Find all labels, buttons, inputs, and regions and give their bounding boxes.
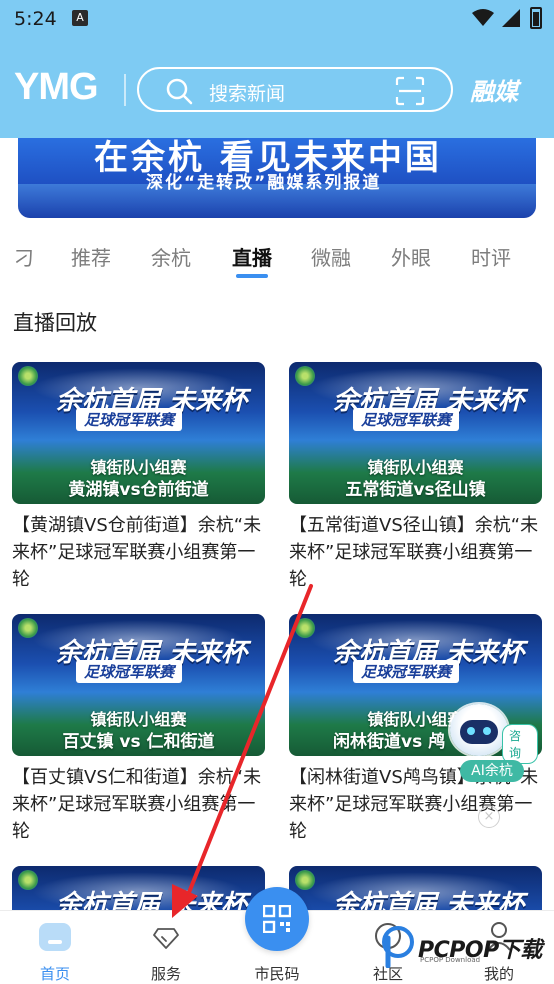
tab-live[interactable]: 直播 xyxy=(232,242,272,271)
event-logo-icon xyxy=(295,870,315,890)
video-thumbnail[interactable]: 余杭首届 未来杯 足球冠军联赛 镇街队小组赛 百丈镇 vs 仁和街道 xyxy=(12,614,265,756)
video-caption[interactable]: 【百丈镇VS仁和街道】余杭“未来杯”足球冠军联赛小组赛第一轮 xyxy=(12,764,272,845)
status-time: 5:24 xyxy=(14,8,57,30)
section-title: 直播回放 xyxy=(13,311,97,335)
tab-yuhang[interactable]: 余杭 xyxy=(151,242,191,271)
scan-icon[interactable] xyxy=(395,76,425,106)
video-thumbnail[interactable]: 余杭首届 未来杯 足球冠军联赛 镇街队小组赛 黄湖镇vs仓前街道 xyxy=(12,362,265,504)
tab-recommend[interactable]: 推荐 xyxy=(71,242,111,271)
logo-divider xyxy=(124,74,126,106)
nav-citizen-code-label: 市民码 xyxy=(254,965,300,983)
app-logo[interactable]: YMG xyxy=(14,66,99,109)
video-caption[interactable]: 【黄湖镇VS仓前街道】余杭“未来杯”足球冠军联赛小组赛第一轮 xyxy=(12,512,272,593)
tab-partial[interactable]: 刁 xyxy=(14,242,34,271)
thumb-match: 百丈镇 vs 仁和街道 xyxy=(62,732,215,752)
thumb-subtitle: 足球冠军联赛 xyxy=(76,660,183,683)
video-card[interactable]: 余杭首届 未来杯 足球冠军联赛 镇街队小组赛 五常街道vs径山镇 【五常街道VS… xyxy=(289,362,542,593)
diamond-icon xyxy=(153,928,179,949)
banner-subline: 深化“走转改”融媒系列报道 xyxy=(146,173,382,193)
robot-icon[interactable] xyxy=(450,704,508,756)
video-card[interactable]: 余杭首届 未来杯 足球冠军联赛 镇街队小组赛 百丈镇 vs 仁和街道 【百丈镇V… xyxy=(12,614,265,845)
battery-icon xyxy=(530,7,542,29)
video-thumbnail[interactable]: 余杭首届 未来杯 足球冠军联赛 镇街队小组赛 五常街道vs径山镇 xyxy=(289,362,542,504)
close-icon[interactable]: × xyxy=(478,806,500,828)
watermark-sub: PCPOP Download xyxy=(420,956,481,964)
tab-commentary[interactable]: 时评 xyxy=(471,242,511,271)
search-icon xyxy=(166,78,193,105)
channel-tabs: 刁 推荐 余杭 直播 微融 外眼 时评 xyxy=(0,238,554,278)
event-logo-icon xyxy=(295,618,315,638)
wifi-icon xyxy=(472,9,494,26)
nav-services-label: 服务 xyxy=(150,965,181,983)
search-placeholder: 搜索新闻 xyxy=(209,83,286,105)
watermark-logo xyxy=(382,926,414,968)
event-logo-icon xyxy=(18,870,38,890)
ai-assistant-widget[interactable]: 咨询 AI余杭 × xyxy=(448,702,538,828)
thumb-match: 黄湖镇vs仓前街道 xyxy=(68,480,209,500)
promo-banner[interactable]: 在余杭 看见未来中国 深化“走转改”融媒系列报道 xyxy=(18,138,536,218)
video-card[interactable]: 余杭首届 未来杯 足球冠军联赛 镇街队小组赛 黄湖镇vs仓前街道 【黄湖镇VS仓… xyxy=(12,362,265,593)
search-bar[interactable]: 搜索新闻 xyxy=(137,67,453,112)
nav-home-label: 首页 xyxy=(39,965,70,983)
status-bar: 5:24 A xyxy=(0,0,554,38)
event-logo-icon xyxy=(18,366,38,386)
video-caption[interactable]: 【五常街道VS径山镇】余杭“未来杯”足球冠军联赛小组赛第一轮 xyxy=(289,512,549,593)
event-logo-icon xyxy=(18,618,38,638)
consult-badge[interactable]: 咨询 xyxy=(502,724,538,764)
thumb-subtitle: 足球冠军联赛 xyxy=(353,408,460,431)
thumb-match: 五常街道vs径山镇 xyxy=(345,480,486,500)
signal-icon xyxy=(502,9,520,27)
notification-icon: A xyxy=(72,10,88,26)
thumb-subtitle: 足球冠军联赛 xyxy=(76,408,183,431)
nav-citizen-code[interactable]: 市民码 xyxy=(232,911,322,984)
event-logo-icon xyxy=(295,366,315,386)
ai-assistant-label[interactable]: AI余杭 xyxy=(460,760,524,782)
home-icon xyxy=(39,923,71,951)
tab-weirong[interactable]: 微融 xyxy=(311,242,351,271)
nav-services[interactable]: 服务 xyxy=(121,911,211,984)
site-watermark: PCPOP下载 PCPOP Download xyxy=(378,924,554,972)
thumb-subtitle: 足球冠军联赛 xyxy=(353,660,460,683)
nav-home[interactable]: 首页 xyxy=(10,911,100,984)
tab-waiyan[interactable]: 外眼 xyxy=(391,242,431,271)
active-tab-indicator xyxy=(236,274,268,278)
rongmei-brand[interactable]: 融媒 xyxy=(470,72,518,107)
top-header: 5:24 A YMG 搜索新闻 融媒 xyxy=(0,0,554,138)
